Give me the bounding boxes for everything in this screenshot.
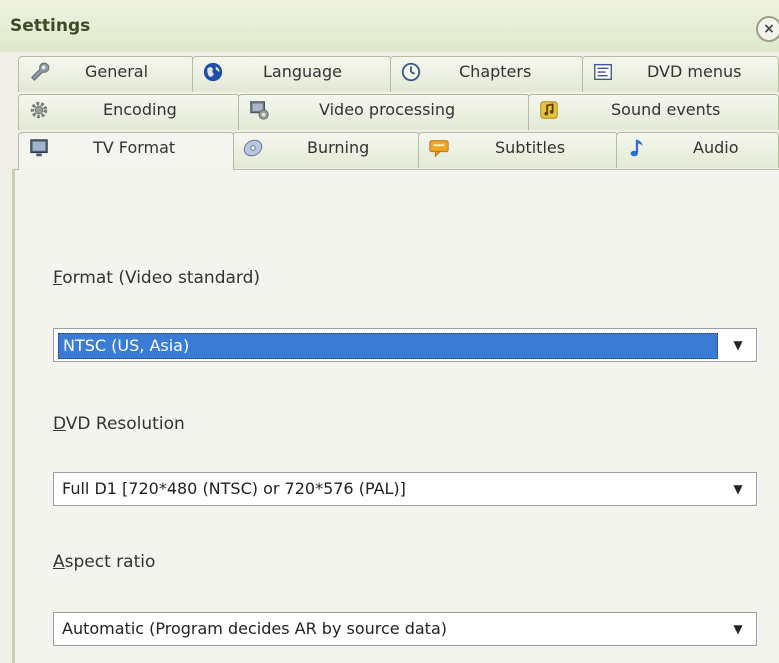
close-button[interactable]: ×: [756, 16, 779, 42]
tab-label: Burning: [307, 138, 370, 157]
tab-encoding[interactable]: Encoding: [18, 94, 240, 130]
tab-label: Language: [263, 62, 342, 81]
chevron-down-icon[interactable]: ▼: [722, 615, 754, 643]
format-select-value: NTSC (US, Asia): [58, 333, 718, 359]
speech-bubble-icon: [429, 140, 449, 158]
clock-icon: [401, 62, 421, 82]
aspect-ratio-select[interactable]: Automatic (Program decides AR by source …: [53, 612, 757, 646]
tab-label: Sound events: [611, 100, 721, 119]
aspect-ratio-label: Aspect ratio: [53, 552, 156, 572]
tab-audio[interactable]: Audio: [616, 132, 779, 168]
disc-icon: [243, 139, 263, 157]
tv-icon: [30, 139, 48, 157]
menu-list-icon: [594, 63, 612, 81]
tab-tv-format[interactable]: TV Format: [18, 132, 234, 170]
close-icon: ×: [763, 21, 775, 37]
tab-subtitles[interactable]: Subtitles: [418, 132, 618, 168]
title-bar: Settings ×: [0, 0, 779, 52]
tab-label: General: [85, 62, 149, 81]
tab-general[interactable]: General: [18, 56, 194, 92]
tab-burning[interactable]: Burning: [232, 132, 420, 168]
tab-chapters[interactable]: Chapters: [390, 56, 584, 92]
aspect-ratio-select-value: Automatic (Program decides AR by source …: [62, 619, 447, 638]
window-title: Settings: [10, 16, 91, 36]
tab-label: Audio: [693, 138, 739, 157]
dvd-resolution-select-value: Full D1 [720*480 (NTSC) or 720*576 (PAL)…: [62, 479, 406, 498]
music-note-icon: [540, 101, 558, 119]
tab-label: TV Format: [93, 138, 176, 157]
tab-label: DVD menus: [647, 62, 742, 81]
dvd-resolution-select[interactable]: Full D1 [720*480 (NTSC) or 720*576 (PAL)…: [53, 472, 757, 506]
tab-label: Encoding: [103, 100, 177, 119]
tab-label: Video processing: [319, 100, 456, 119]
monitor-gear-icon: [250, 101, 269, 120]
tab-language[interactable]: Language: [192, 56, 392, 92]
dvd-resolution-label: DVD Resolution: [53, 414, 185, 434]
tv-format-panel: Format (Video standard) NTSC (US, Asia) …: [12, 169, 779, 663]
gear-icon: [30, 101, 48, 119]
chevron-down-icon[interactable]: ▼: [722, 475, 754, 503]
format-label: Format (Video standard): [53, 268, 261, 288]
tab-dvd-menus[interactable]: DVD menus: [582, 56, 779, 92]
format-select[interactable]: NTSC (US, Asia) ▼: [53, 328, 757, 362]
tab-label: Subtitles: [495, 138, 566, 157]
chevron-down-icon[interactable]: ▼: [722, 331, 754, 359]
wrench-icon: [31, 62, 50, 81]
tab-label: Chapters: [459, 62, 532, 81]
tab-video-processing[interactable]: Video processing: [238, 94, 530, 130]
globe-icon: [203, 62, 223, 82]
note-icon: [630, 139, 643, 157]
tab-sound-events[interactable]: Sound events: [528, 94, 779, 130]
settings-window: Settings × General Language Chapters DVD…: [0, 0, 779, 663]
